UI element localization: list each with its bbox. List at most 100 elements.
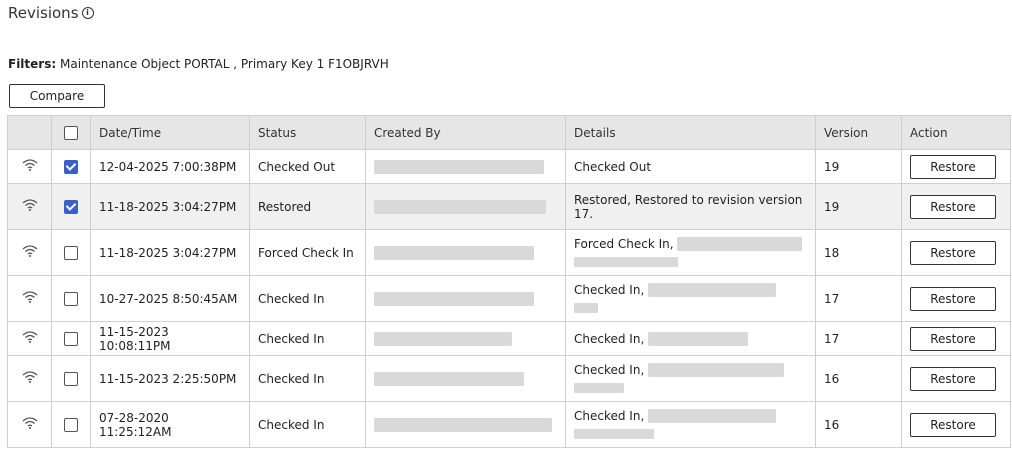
restore-button[interactable]: Restore <box>910 154 996 179</box>
restore-button[interactable]: Restore <box>910 366 996 391</box>
version-cell: 19 <box>815 183 902 230</box>
header-details[interactable]: Details <box>565 115 816 150</box>
created-by-cell <box>365 229 566 276</box>
action-cell: Restore <box>901 321 1011 356</box>
select-all-checkbox[interactable] <box>64 125 78 140</box>
row-select-cell[interactable] <box>51 149 91 184</box>
row-checkbox[interactable] <box>64 245 78 260</box>
redacted-user <box>374 291 534 306</box>
created-by-cell <box>365 149 566 184</box>
header-select-all[interactable] <box>51 115 91 150</box>
page-title: Revisions i <box>8 4 94 22</box>
row-checkbox[interactable] <box>64 371 78 386</box>
wifi-signal-icon <box>22 417 37 429</box>
table-row[interactable]: 07-28-2020 11:25:12AM Checked In Checked I… <box>7 401 1011 448</box>
table-row[interactable]: 10-27-2025 8:50:45AM Checked In Checked In… <box>7 275 1011 322</box>
header-status[interactable]: Status <box>249 115 366 150</box>
row-select-cell[interactable] <box>51 229 91 276</box>
table-header-row: Date/Time Status Created By Details Vers… <box>7 115 1011 150</box>
row-select-cell[interactable] <box>51 355 91 402</box>
compare-button[interactable]: Compare <box>9 84 105 108</box>
table-row[interactable]: 11-15-2023 2:25:50PM Checked In Checked In… <box>7 355 1011 402</box>
restore-button[interactable]: Restore <box>910 326 996 351</box>
row-status-cell <box>7 183 52 230</box>
status-cell: Checked Out <box>249 149 366 184</box>
restore-button[interactable]: Restore <box>910 240 996 265</box>
table-row[interactable]: 11-15-2023 10:08:11PM Checked In Checked I… <box>7 321 1011 356</box>
datetime-cell: 11-15-2023 2:25:50PM <box>90 355 250 402</box>
revisions-table: Date/Time Status Created By Details Vers… <box>7 115 1011 448</box>
row-select-cell[interactable] <box>51 275 91 322</box>
status-cell: Checked In <box>249 355 366 402</box>
created-by-cell <box>365 321 566 356</box>
version-cell: 17 <box>815 275 902 322</box>
row-select-cell[interactable] <box>51 321 91 356</box>
row-status-cell <box>7 321 52 356</box>
created-by-cell <box>365 275 566 322</box>
row-status-cell <box>7 275 52 322</box>
filters-text: Maintenance Object PORTAL , Primary Key … <box>60 57 389 71</box>
details-text: Checked Out <box>574 159 652 174</box>
status-cell: Forced Check In <box>249 229 366 276</box>
created-by-cell <box>365 355 566 402</box>
redacted-user <box>374 159 544 174</box>
row-checkbox[interactable] <box>64 199 78 214</box>
action-cell: Restore <box>901 275 1011 322</box>
header-wifi-col <box>7 115 52 150</box>
details-cell: Checked In, <box>565 355 816 402</box>
details-cell: Checked In, <box>565 321 816 356</box>
wifi-signal-icon <box>22 199 37 211</box>
restore-button[interactable]: Restore <box>910 194 996 219</box>
redacted-user <box>374 417 552 432</box>
row-select-cell[interactable] <box>51 183 91 230</box>
row-select-cell[interactable] <box>51 401 91 448</box>
details-text: Checked In, <box>574 408 645 423</box>
wifi-signal-icon <box>22 159 37 171</box>
row-checkbox[interactable] <box>64 417 78 432</box>
action-cell: Restore <box>901 229 1011 276</box>
row-status-cell <box>7 149 52 184</box>
wifi-signal-icon <box>22 371 37 383</box>
details-cell: Restored, Restored to revision version 1… <box>565 183 816 230</box>
row-checkbox[interactable] <box>64 331 78 346</box>
details-text: Restored, Restored to revision version 1… <box>574 192 803 221</box>
header-created-by[interactable]: Created By <box>365 115 566 150</box>
filters-bar: Filters: Maintenance Object PORTAL , Pri… <box>8 57 389 71</box>
row-checkbox[interactable] <box>64 159 78 174</box>
datetime-cell: 11-18-2025 3:04:27PM <box>90 229 250 276</box>
version-cell: 18 <box>815 229 902 276</box>
version-cell: 19 <box>815 149 902 184</box>
status-cell: Checked In <box>249 401 366 448</box>
details-cell: Checked In, <box>565 275 816 322</box>
created-by-cell <box>365 183 566 230</box>
version-cell: 17 <box>815 321 902 356</box>
details-text: Forced Check In, <box>574 236 674 251</box>
action-cell: Restore <box>901 355 1011 402</box>
table-row[interactable]: 11-18-2025 3:04:27PM Forced Check In Force… <box>7 229 1011 276</box>
details-cell: Forced Check In, <box>565 229 816 276</box>
created-by-cell <box>365 401 566 448</box>
datetime-cell: 07-28-2020 11:25:12AM <box>90 401 250 448</box>
restore-button[interactable]: Restore <box>910 412 996 437</box>
table-row[interactable]: 11-18-2025 3:04:27PM Restored Restored, Re… <box>7 183 1011 230</box>
action-cell: Restore <box>901 149 1011 184</box>
row-status-cell <box>7 229 52 276</box>
wifi-signal-icon <box>22 245 37 257</box>
action-cell: Restore <box>901 183 1011 230</box>
header-version[interactable]: Version <box>815 115 902 150</box>
redacted-user <box>374 371 524 386</box>
table-row[interactable]: 12-04-2025 7:00:38PM Checked Out Checked O… <box>7 149 1011 184</box>
restore-button[interactable]: Restore <box>910 286 996 311</box>
filters-label: Filters: <box>8 57 57 71</box>
redacted-user <box>374 245 534 260</box>
header-datetime[interactable]: Date/Time <box>90 115 250 150</box>
row-checkbox[interactable] <box>64 291 78 306</box>
status-cell: Checked In <box>249 321 366 356</box>
info-icon[interactable]: i <box>81 7 94 19</box>
version-cell: 16 <box>815 355 902 402</box>
page-title-text: Revisions <box>8 4 79 22</box>
details-cell: Checked In, <box>565 401 816 448</box>
details-cell: Checked Out <box>565 149 816 184</box>
redacted-user <box>374 331 512 346</box>
datetime-cell: 11-15-2023 10:08:11PM <box>90 321 250 356</box>
